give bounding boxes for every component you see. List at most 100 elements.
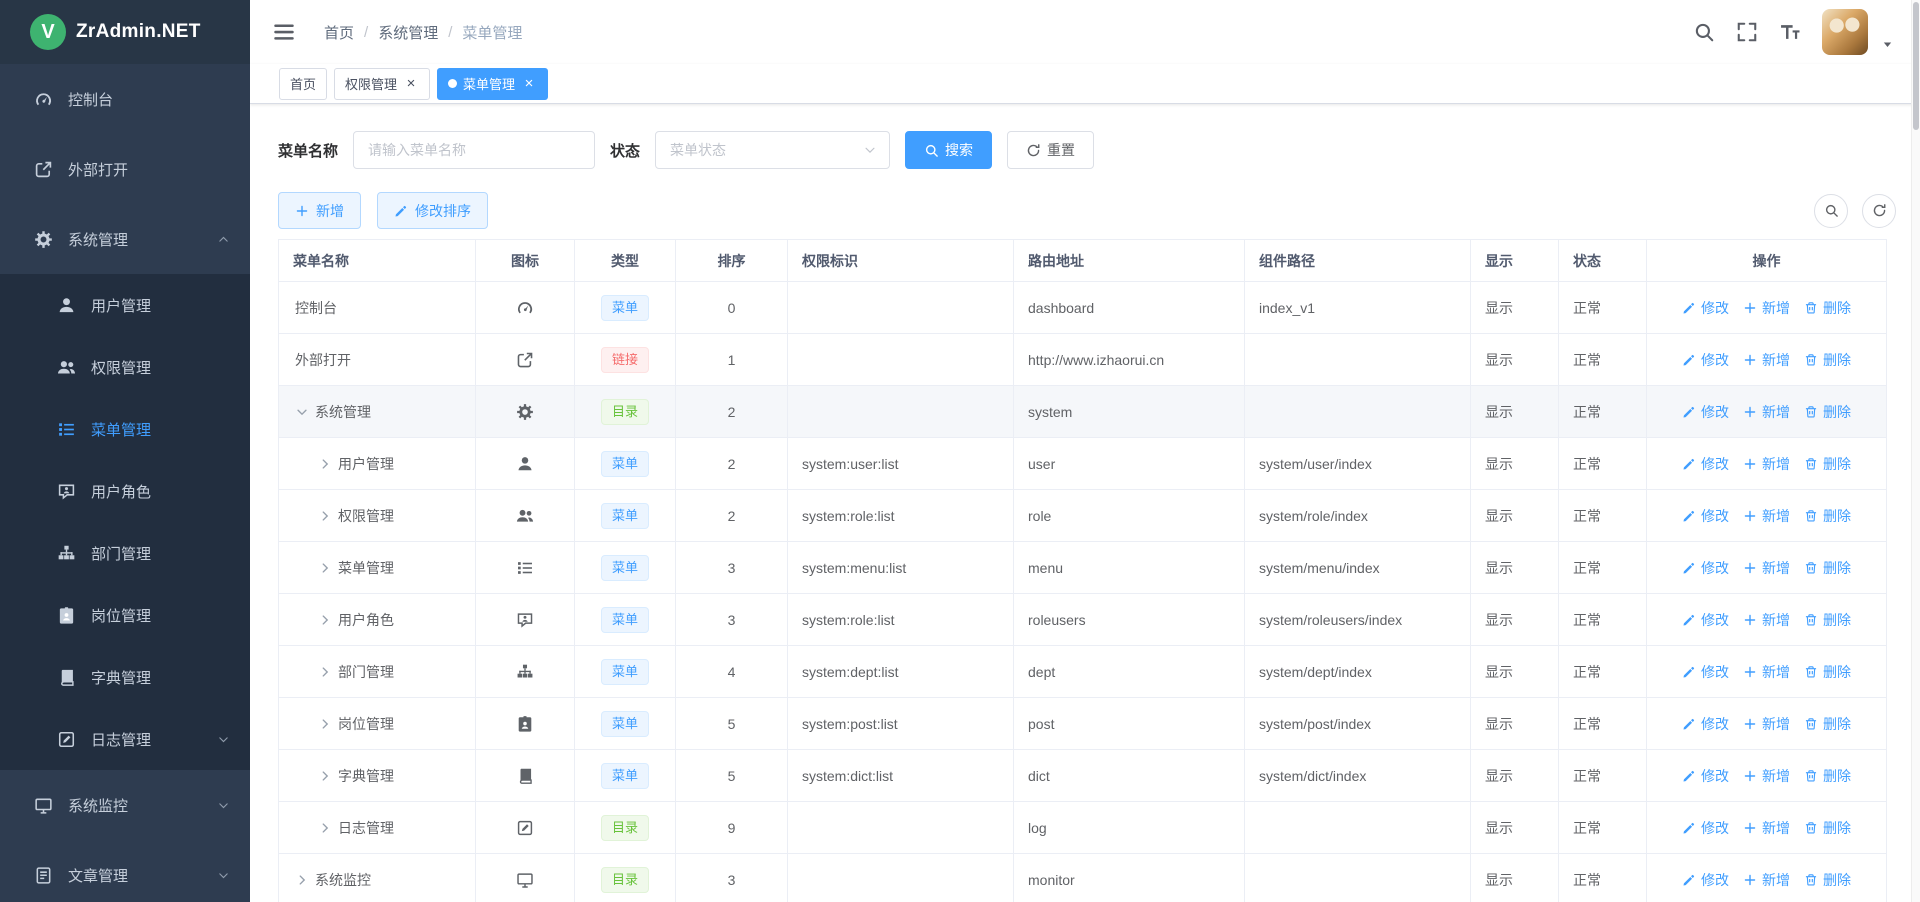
delete-action[interactable]: 删除 (1804, 818, 1851, 838)
user-avatar[interactable] (1822, 9, 1868, 55)
edit-sort-button[interactable]: 修改排序 (377, 192, 488, 229)
sidebar-item[interactable]: 菜单管理 (0, 398, 250, 460)
sidebar-item-label: 文章管理 (68, 865, 128, 886)
cell-type: 菜单 (575, 698, 676, 750)
add-action[interactable]: 新增 (1743, 402, 1790, 422)
status-select-placeholder: 菜单状态 (670, 140, 726, 160)
submenu: 用户管理权限管理菜单管理用户角色部门管理岗位管理字典管理日志管理 (0, 274, 250, 770)
delete-action[interactable]: 删除 (1804, 298, 1851, 318)
sidebar-item[interactable]: 部门管理 (0, 522, 250, 584)
add-action[interactable]: 新增 (1743, 870, 1790, 890)
cell-menu-name: 字典管理 (279, 750, 476, 802)
cell-menu-name: 用户角色 (279, 594, 476, 646)
tab[interactable]: 权限管理× (334, 68, 430, 100)
sidebar-item[interactable]: 字典管理 (0, 646, 250, 708)
font-size-icon[interactable] (1779, 21, 1801, 43)
breadcrumb-item[interactable]: 首页 (324, 22, 354, 43)
app-logo: V ZrAdmin.NET (0, 0, 250, 64)
tree-caret-right-icon[interactable] (295, 873, 309, 887)
tree-caret-right-icon[interactable] (318, 561, 332, 575)
cell-component: system/user/index (1245, 438, 1471, 490)
fullscreen-icon[interactable] (1736, 21, 1758, 43)
add-action[interactable]: 新增 (1743, 350, 1790, 370)
add-button[interactable]: 新增 (278, 192, 361, 229)
tree-caret-right-icon[interactable] (318, 717, 332, 731)
edit-action[interactable]: 修改 (1682, 766, 1729, 786)
add-action[interactable]: 新增 (1743, 610, 1790, 630)
scrollbar-thumb[interactable] (1913, 2, 1919, 130)
delete-action[interactable]: 删除 (1804, 662, 1851, 682)
delete-icon (1804, 613, 1818, 627)
add-action[interactable]: 新增 (1743, 298, 1790, 318)
tab-close-icon[interactable]: × (403, 76, 419, 91)
plus-icon (295, 204, 309, 218)
tab-close-icon[interactable]: × (521, 76, 537, 91)
table-search-button[interactable] (1814, 194, 1848, 228)
sidebar-toggle-icon[interactable] (272, 20, 296, 44)
edit-action[interactable]: 修改 (1682, 662, 1729, 682)
delete-action[interactable]: 删除 (1804, 402, 1851, 422)
menu-name-input[interactable] (353, 131, 595, 169)
tree-caret-right-icon[interactable] (318, 821, 332, 835)
avatar-caret-icon[interactable] (1881, 38, 1894, 51)
tree-caret-down-icon[interactable] (295, 405, 309, 419)
sidebar-item[interactable]: 系统管理 (0, 204, 250, 274)
add-action[interactable]: 新增 (1743, 766, 1790, 786)
edit-action[interactable]: 修改 (1682, 350, 1729, 370)
delete-action[interactable]: 删除 (1804, 350, 1851, 370)
sidebar-item[interactable]: 日志管理 (0, 708, 250, 770)
delete-action[interactable]: 删除 (1804, 714, 1851, 734)
sidebar-item[interactable]: 用户角色 (0, 460, 250, 522)
table-refresh-button[interactable] (1862, 194, 1896, 228)
add-action[interactable]: 新增 (1743, 714, 1790, 734)
edit-action[interactable]: 修改 (1682, 714, 1729, 734)
add-action[interactable]: 新增 (1743, 818, 1790, 838)
edit-action[interactable]: 修改 (1682, 870, 1729, 890)
edit-action[interactable]: 修改 (1682, 454, 1729, 474)
edit-action[interactable]: 修改 (1682, 402, 1729, 422)
action-label: 新增 (1762, 610, 1790, 630)
sidebar-item[interactable]: 控制台 (0, 64, 250, 134)
sidebar-item-label: 用户管理 (91, 295, 151, 316)
tree-caret-right-icon[interactable] (318, 769, 332, 783)
delete-action[interactable]: 删除 (1804, 558, 1851, 578)
menu-name-text: 权限管理 (338, 506, 394, 526)
sidebar-item[interactable]: 用户管理 (0, 274, 250, 336)
add-action[interactable]: 新增 (1743, 506, 1790, 526)
edit-action[interactable]: 修改 (1682, 558, 1729, 578)
sidebar-item[interactable]: 文章管理 (0, 840, 250, 902)
search-button[interactable]: 搜索 (905, 131, 992, 169)
cell-menu-name: 日志管理 (279, 802, 476, 854)
action-label: 修改 (1701, 298, 1729, 318)
sidebar-item[interactable]: 外部打开 (0, 134, 250, 204)
tree-caret-right-icon[interactable] (318, 509, 332, 523)
tab[interactable]: 首页 (279, 68, 327, 100)
reset-button[interactable]: 重置 (1007, 131, 1094, 169)
tree-caret-right-icon[interactable] (318, 457, 332, 471)
delete-action[interactable]: 删除 (1804, 506, 1851, 526)
edit-action[interactable]: 修改 (1682, 506, 1729, 526)
tab[interactable]: 菜单管理× (437, 68, 548, 100)
edit-action[interactable]: 修改 (1682, 818, 1729, 838)
delete-icon (1804, 301, 1818, 315)
status-select[interactable]: 菜单状态 (655, 131, 890, 169)
delete-action[interactable]: 删除 (1804, 870, 1851, 890)
delete-action[interactable]: 删除 (1804, 766, 1851, 786)
sidebar-item[interactable]: 权限管理 (0, 336, 250, 398)
delete-action[interactable]: 删除 (1804, 610, 1851, 630)
add-action[interactable]: 新增 (1743, 454, 1790, 474)
tree-caret-right-icon[interactable] (318, 665, 332, 679)
tree-caret-right-icon[interactable] (318, 613, 332, 627)
plus-icon (1743, 613, 1757, 627)
add-action[interactable]: 新增 (1743, 558, 1790, 578)
add-action[interactable]: 新增 (1743, 662, 1790, 682)
sidebar-item[interactable]: 系统监控 (0, 770, 250, 840)
header-search-icon[interactable] (1693, 21, 1715, 43)
sidebar-item[interactable]: 岗位管理 (0, 584, 250, 646)
action-label: 删除 (1823, 558, 1851, 578)
edit-action[interactable]: 修改 (1682, 610, 1729, 630)
breadcrumb-item[interactable]: 系统管理 (378, 22, 438, 43)
page-scrollbar[interactable] (1911, 0, 1920, 902)
edit-action[interactable]: 修改 (1682, 298, 1729, 318)
delete-action[interactable]: 删除 (1804, 454, 1851, 474)
